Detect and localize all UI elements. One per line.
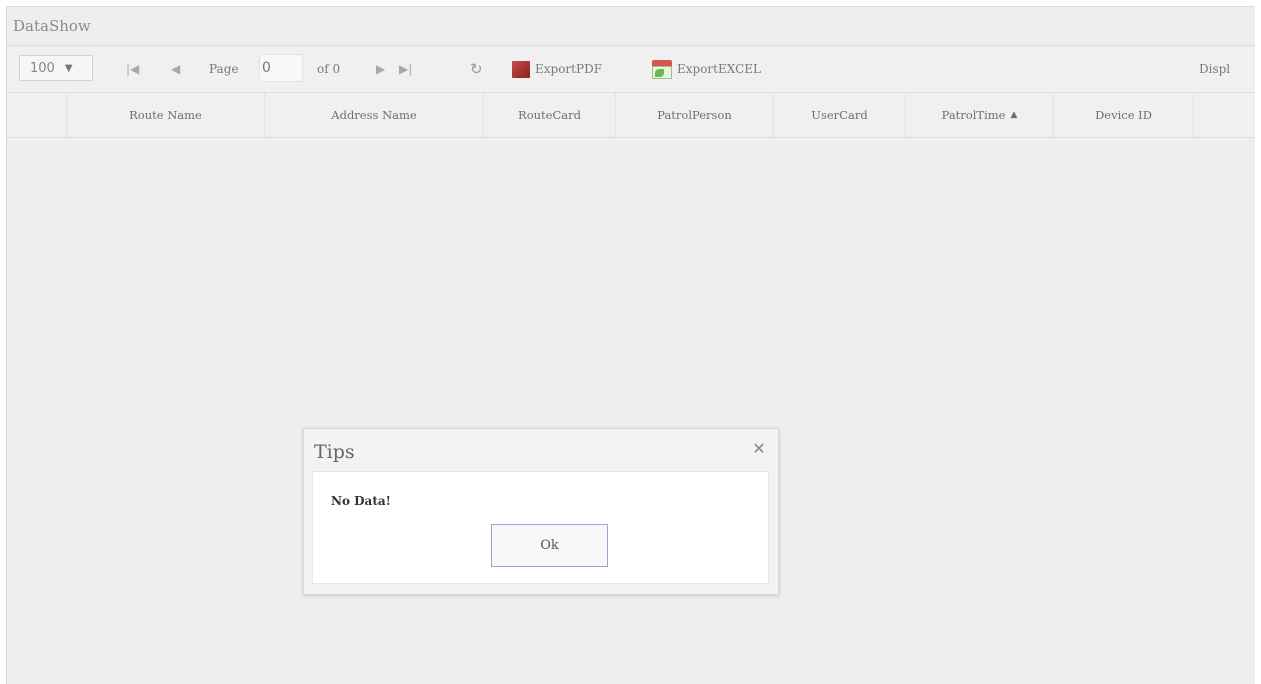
column-label: PatrolTime bbox=[941, 108, 1006, 122]
pagination-toolbar: 100 ▼ |◀ ◀ Page 0 of 0 ▶ ▶| ↻ ExportPDF … bbox=[7, 46, 1255, 93]
sort-ascending-icon: ▲ bbox=[1010, 110, 1018, 120]
column-header-device-id[interactable]: Device ID bbox=[1054, 93, 1194, 137]
page-count-label: of 0 bbox=[317, 62, 341, 76]
next-page-icon[interactable]: ▶ bbox=[376, 46, 385, 92]
export-excel-button[interactable]: ExportEXCEL bbox=[652, 46, 761, 92]
row-number-header bbox=[7, 93, 67, 137]
dialog-body: No Data! Ok bbox=[312, 471, 769, 584]
dialog-message: No Data! bbox=[331, 494, 391, 508]
column-header-patroltime[interactable]: PatrolTime ▲ bbox=[906, 93, 1054, 137]
refresh-icon[interactable]: ↻ bbox=[470, 46, 483, 92]
pdf-icon bbox=[512, 60, 530, 78]
column-header-routecard[interactable]: RouteCard bbox=[484, 93, 616, 137]
panel-title: DataShow bbox=[7, 7, 1255, 46]
column-label: Address Name bbox=[331, 108, 417, 122]
calendar-icon bbox=[652, 59, 672, 79]
dialog-title: Tips bbox=[314, 441, 355, 463]
last-page-icon[interactable]: ▶| bbox=[399, 46, 412, 92]
column-label: Route Name bbox=[129, 108, 202, 122]
prev-page-icon[interactable]: ◀ bbox=[171, 46, 180, 92]
export-pdf-button[interactable]: ExportPDF bbox=[512, 46, 602, 92]
tips-dialog: Tips ✕ No Data! Ok bbox=[303, 428, 779, 595]
close-icon[interactable]: ✕ bbox=[748, 437, 770, 459]
column-header-address-name[interactable]: Address Name bbox=[265, 93, 484, 137]
export-excel-label: ExportEXCEL bbox=[677, 62, 761, 76]
page-size-select[interactable]: 100 ▼ bbox=[19, 55, 93, 81]
column-header-usercard[interactable]: UserCard bbox=[774, 93, 906, 137]
grid-body bbox=[7, 137, 1255, 684]
page-label: Page bbox=[209, 62, 239, 76]
column-label: PatrolPerson bbox=[657, 108, 732, 122]
ok-button[interactable]: Ok bbox=[491, 524, 608, 567]
export-pdf-label: ExportPDF bbox=[535, 62, 603, 76]
column-label: UserCard bbox=[811, 108, 868, 122]
chevron-down-icon: ▼ bbox=[64, 62, 73, 74]
display-info-text: Displ bbox=[1199, 62, 1231, 76]
column-header-route-name[interactable]: Route Name bbox=[67, 93, 265, 137]
column-header-patrolperson[interactable]: PatrolPerson bbox=[616, 93, 774, 137]
grid-header: Route Name Address Name RouteCard Patrol… bbox=[7, 93, 1255, 138]
column-label: RouteCard bbox=[518, 108, 581, 122]
first-page-icon[interactable]: |◀ bbox=[126, 46, 139, 92]
page-number-input[interactable]: 0 bbox=[259, 54, 303, 82]
page-size-value: 100 bbox=[30, 60, 55, 76]
column-label: Device ID bbox=[1095, 108, 1152, 122]
